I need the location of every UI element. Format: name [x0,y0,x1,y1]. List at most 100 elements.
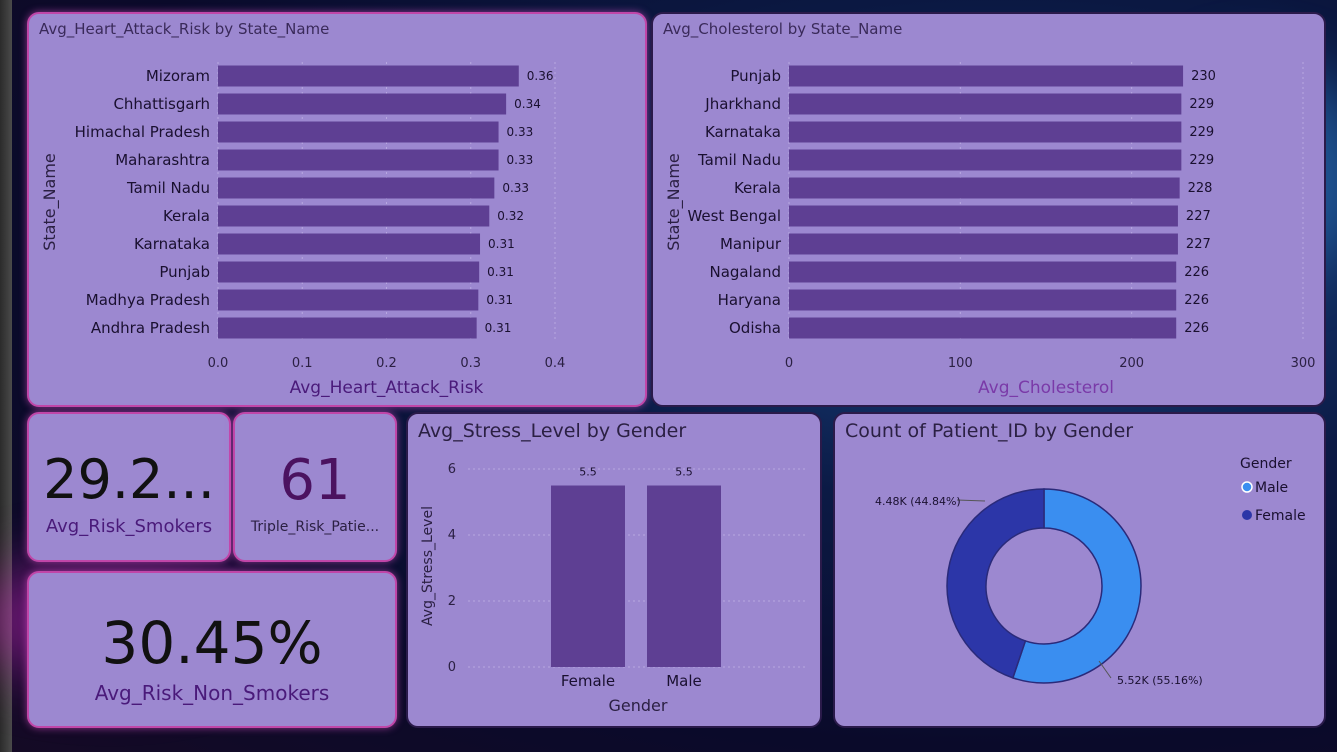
bar [218,93,507,115]
x-tick-label: 300 [1291,356,1316,371]
legend-item-female: Female [1255,508,1306,524]
male-data-label: 5.52K (55.16%) [1117,674,1203,687]
data-label: 5.5 [675,466,693,479]
chol-chart-svg: 0 100 200 300 Punjab 230 Jharkhand 229 Karnataka… [664,62,1316,398]
y-category-label: Nagaland [709,263,781,281]
legend-marker-male [1241,481,1253,493]
chart-title: Avg_Cholesterol by State_Name [663,20,903,38]
legend-marker-female [1242,510,1252,520]
bar [218,65,519,87]
y-category-label: Tamil Nadu [126,179,210,197]
data-label: 0.31 [486,293,513,307]
bar [218,177,495,199]
bar [789,289,1177,311]
data-label: 226 [1184,265,1209,280]
y-category-label: Madhya Pradesh [86,291,210,309]
bar [218,233,481,255]
data-label: 229 [1189,125,1214,140]
y-category-label: Punjab [159,263,210,281]
x-axis-title: Avg_Cholesterol [978,378,1114,398]
kpi-label: Triple_Risk_Patie... [250,519,380,535]
bar [218,121,499,143]
x-tick-label: 0 [785,356,793,371]
bar [551,485,625,667]
y-category-label: Karnataka [705,123,781,141]
chart-title: Count of Patient_ID by Gender [845,420,1134,442]
data-label: 0.33 [507,153,534,167]
y-category-label: Jharkhand [704,95,781,113]
legend-title: Gender [1240,456,1292,472]
y-tick-label: 0 [448,660,456,675]
kpi-card-smokers[interactable]: 29.2... Avg_Risk_Smokers [27,412,231,562]
bar [789,317,1177,339]
female-data-label: 4.48K (44.84%) [875,495,961,508]
y-category-label: Tamil Nadu [697,151,781,169]
leader-line [956,499,986,502]
stress-level-chart[interactable]: Avg_Stress_Level by Gender 0 2 4 6 5.5 Female… [406,412,822,728]
y-category-label: Odisha [729,319,781,337]
kpi-label: Avg_Risk_Non_Smokers [94,681,330,705]
y-category-label: West Bengal [687,207,781,225]
data-label: 0.34 [514,97,541,111]
kpi-value: 61 [279,448,351,513]
kpi-card-triple-risk[interactable]: 61 Triple_Risk_Patie... [233,412,397,562]
kpi-card-non-smokers[interactable]: 30.45% Avg_Risk_Non_Smokers [27,571,397,728]
data-label: 0.31 [485,321,512,335]
data-label: 226 [1184,293,1209,308]
patient-gender-donut-chart[interactable]: Count of Patient_ID by Gender 5.52K (55.… [833,412,1326,728]
bar [789,261,1177,283]
data-label: 226 [1184,321,1209,336]
y-tick-label: 6 [448,462,456,477]
bar [789,65,1184,87]
heart-attack-risk-chart[interactable]: Avg_Heart_Attack_Risk by State_Name 0.0 0… [27,12,647,407]
y-axis-title: State_Name [40,153,60,251]
x-tick-label: 0.0 [208,356,229,371]
y-category-label: Haryana [718,291,781,309]
bar [789,177,1180,199]
bar [218,317,477,339]
data-label: 227 [1186,237,1211,252]
x-category-label: Male [666,672,702,690]
data-label: 0.31 [487,265,514,279]
x-category-label: Female [561,672,615,690]
y-tick-label: 2 [448,594,456,609]
cholesterol-chart[interactable]: Avg_Cholesterol by State_Name 0 100 200 300… [651,12,1326,407]
y-category-label: Andhra Pradesh [91,319,210,337]
kpi-value: 30.45% [101,609,323,677]
data-label: 230 [1191,69,1216,84]
bar [789,149,1182,171]
y-axis-title: State_Name [664,153,684,251]
y-category-label: Kerala [163,207,210,225]
leader-line [1098,660,1112,679]
stress-chart-svg: 0 2 4 6 5.5 Female 5.5 Male Gender Avg_Stress_Lev… [420,462,808,715]
data-label: 0.32 [497,209,524,223]
donut-hole [987,529,1101,643]
bar [218,149,499,171]
y-axis-title: Avg_Stress_Level [420,506,436,626]
y-category-label: Kerala [734,179,781,197]
legend-item-male: Male [1255,480,1288,496]
x-tick-label: 100 [948,356,973,371]
bar [218,261,480,283]
y-category-label: Maharashtra [115,151,210,169]
data-label: 0.33 [502,181,529,195]
x-tick-label: 0.4 [545,356,566,371]
kpi-value: 29.2... [43,448,215,511]
y-category-label: Mizoram [146,67,210,85]
bar [218,205,490,227]
kpi-label: Avg_Risk_Smokers [45,516,213,537]
chart-title: Avg_Heart_Attack_Risk by State_Name [39,20,330,38]
chart-title: Avg_Stress_Level by Gender [418,420,687,442]
x-axis-title: Avg_Heart_Attack_Risk [290,378,484,398]
bar [789,205,1178,227]
x-tick-label: 0.3 [460,356,481,371]
y-category-label: Punjab [730,67,781,85]
bar [789,121,1182,143]
bar [218,289,479,311]
y-category-label: Karnataka [134,235,210,253]
data-label: 0.31 [488,237,515,251]
data-label: 228 [1188,181,1213,196]
x-tick-label: 0.1 [292,356,313,371]
data-label: 227 [1186,209,1211,224]
bar [789,93,1182,115]
